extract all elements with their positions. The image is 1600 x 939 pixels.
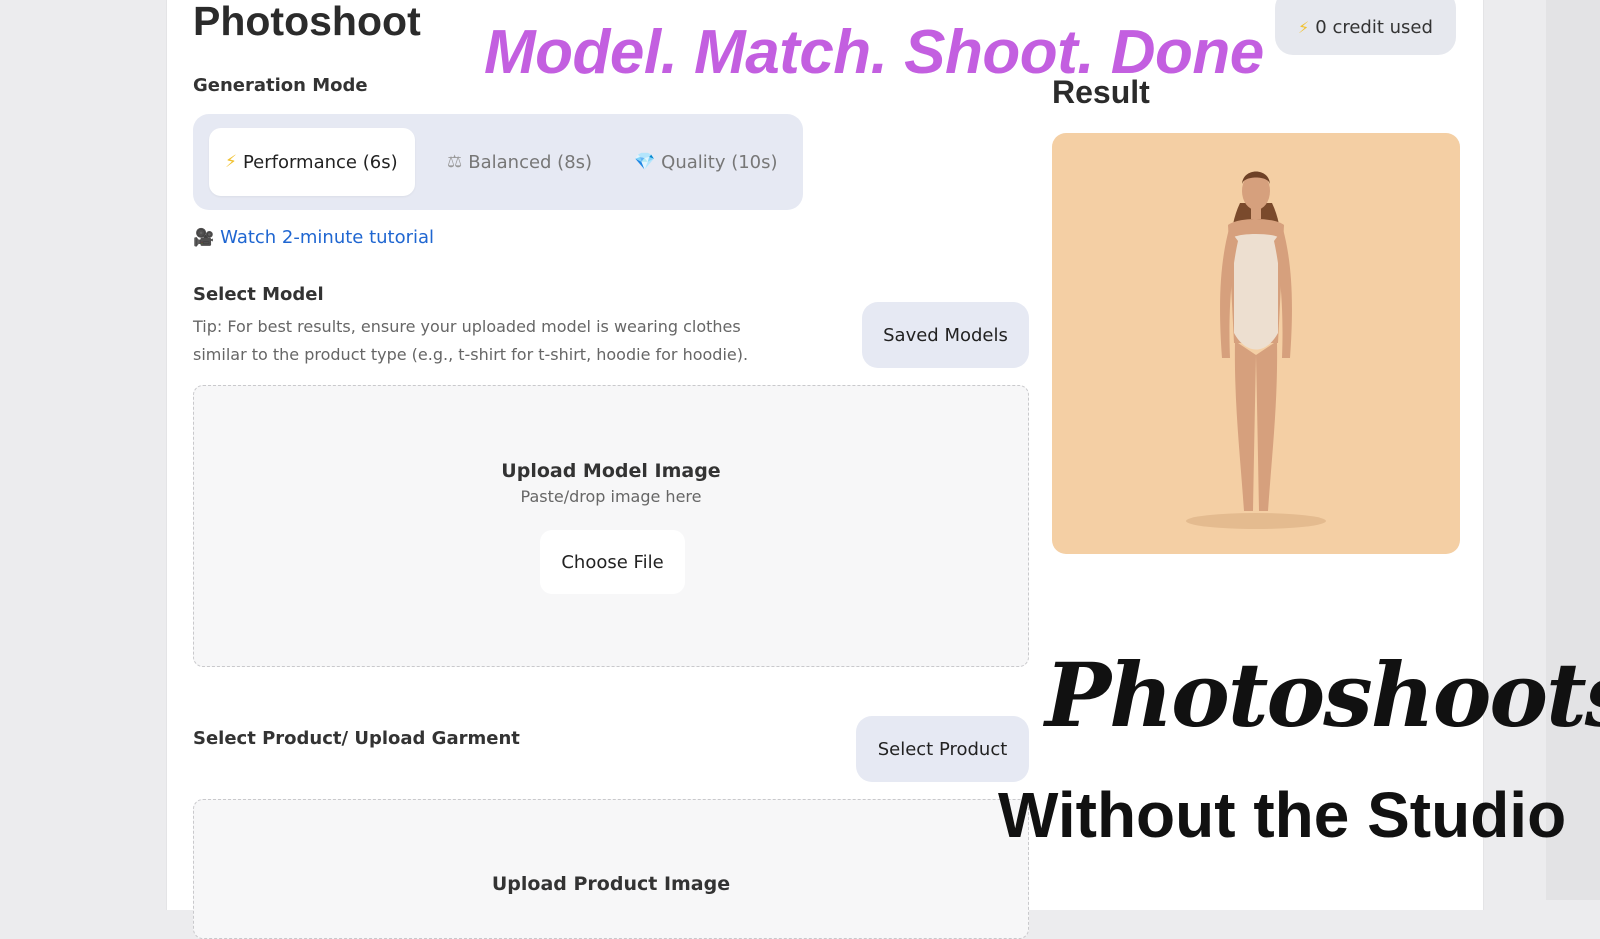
upload-model-title: Upload Model Image <box>501 460 721 482</box>
lightning-icon: ⚡ <box>225 152 237 172</box>
model-tip-text: Tip: For best results, ensure your uploa… <box>193 317 749 364</box>
upload-product-title: Upload Product Image <box>491 873 731 895</box>
tutorial-row: 🎥 Watch 2-minute tutorial <box>193 227 434 248</box>
select-product-label: Select Product/ Upload Garment <box>193 728 520 749</box>
select-product-button[interactable]: Select Product <box>856 716 1029 782</box>
credit-text: 0 credit used <box>1315 17 1433 38</box>
saved-models-button[interactable]: Saved Models <box>862 302 1029 368</box>
page-title: Photoshoot <box>193 0 421 44</box>
scale-icon: ⚖ <box>447 152 463 172</box>
mode-performance-button[interactable]: ⚡ Performance (6s) <box>209 128 415 196</box>
model-figure-illustration <box>1186 171 1326 529</box>
mode-label: Performance (6s) <box>242 151 398 173</box>
product-upload-dropzone[interactable]: Upload Product Image <box>193 799 1029 939</box>
lightning-icon: ⚡ <box>1298 18 1310 37</box>
video-camera-icon: 🎥 <box>193 227 215 248</box>
choose-file-button[interactable]: Choose File <box>540 530 685 594</box>
right-edge-panel <box>1546 0 1600 900</box>
model-upload-dropzone[interactable]: Upload Model Image Paste/drop image here… <box>193 385 1029 667</box>
generation-mode-selector: ⚡ Performance (6s) ⚖ Balanced (8s) 💎 Qua… <box>193 114 803 210</box>
credit-badge: ⚡ 0 credit used <box>1275 0 1456 55</box>
tutorial-link[interactable]: Watch 2-minute tutorial <box>220 227 434 248</box>
mode-balanced-button[interactable]: ⚖ Balanced (8s) <box>447 128 597 196</box>
gem-icon: 💎 <box>634 152 656 172</box>
upload-model-hint: Paste/drop image here <box>520 487 702 506</box>
promo-headline: Photoshoots <box>1045 643 1600 747</box>
result-title: Result <box>1052 74 1150 110</box>
promo-subline: Without the Studio <box>998 779 1567 851</box>
mode-label: Balanced (8s) <box>468 151 593 173</box>
mode-label: Quality (10s) <box>661 151 778 173</box>
mode-quality-button[interactable]: 💎 Quality (10s) <box>634 128 784 196</box>
select-model-label: Select Model <box>193 284 324 305</box>
generation-mode-label: Generation Mode <box>193 75 368 96</box>
result-image <box>1052 133 1460 554</box>
